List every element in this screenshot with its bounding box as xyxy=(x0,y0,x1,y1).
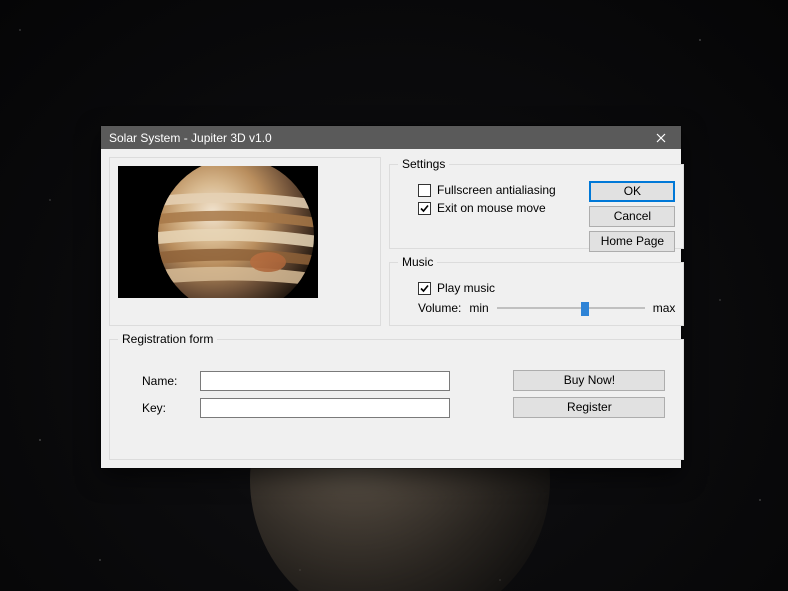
play-music-checkbox[interactable] xyxy=(418,282,431,295)
fullscreen-aa-label: Fullscreen antialiasing xyxy=(437,183,556,197)
fullscreen-aa-checkbox[interactable] xyxy=(418,184,431,197)
registration-group: Registration form Name: Buy Now! Key: Re… xyxy=(109,332,684,460)
play-music-row[interactable]: Play music xyxy=(418,281,675,295)
volume-max-label: max xyxy=(653,301,676,315)
cancel-button[interactable]: Cancel xyxy=(589,206,675,227)
exit-mouse-label: Exit on mouse move xyxy=(437,201,546,215)
play-music-label: Play music xyxy=(437,281,495,295)
titlebar[interactable]: Solar System - Jupiter 3D v1.0 xyxy=(101,126,681,149)
preview-panel xyxy=(109,157,381,326)
key-input[interactable] xyxy=(200,398,450,418)
key-label: Key: xyxy=(142,401,192,415)
preview-image xyxy=(118,166,318,298)
close-icon xyxy=(656,133,666,143)
settings-dialog: Solar System - Jupiter 3D v1.0 xyxy=(101,126,681,468)
settings-group: Settings Fullscreen antialiasing Exit on… xyxy=(389,157,684,249)
slider-thumb[interactable] xyxy=(581,302,589,316)
volume-min-label: min xyxy=(469,301,488,315)
exit-mouse-checkbox[interactable] xyxy=(418,202,431,215)
register-button[interactable]: Register xyxy=(513,397,665,418)
name-input[interactable] xyxy=(200,371,450,391)
dialog-client: Settings Fullscreen antialiasing Exit on… xyxy=(101,149,681,468)
ok-button[interactable]: OK xyxy=(589,181,675,202)
close-button[interactable] xyxy=(641,126,681,149)
home-page-button[interactable]: Home Page xyxy=(589,231,675,252)
music-group: Music Play music Volume: min max xyxy=(389,255,684,326)
registration-legend: Registration form xyxy=(118,332,217,346)
music-legend: Music xyxy=(398,255,437,269)
buy-now-button[interactable]: Buy Now! xyxy=(513,370,665,391)
name-label: Name: xyxy=(142,374,192,388)
volume-slider[interactable] xyxy=(497,301,645,315)
dialog-button-stack: OK Cancel Home Page xyxy=(589,181,675,252)
volume-label: Volume: xyxy=(418,301,461,315)
settings-legend: Settings xyxy=(398,157,449,171)
volume-row: Volume: min max xyxy=(418,301,675,315)
window-title: Solar System - Jupiter 3D v1.0 xyxy=(109,131,641,145)
slider-track xyxy=(497,307,645,309)
